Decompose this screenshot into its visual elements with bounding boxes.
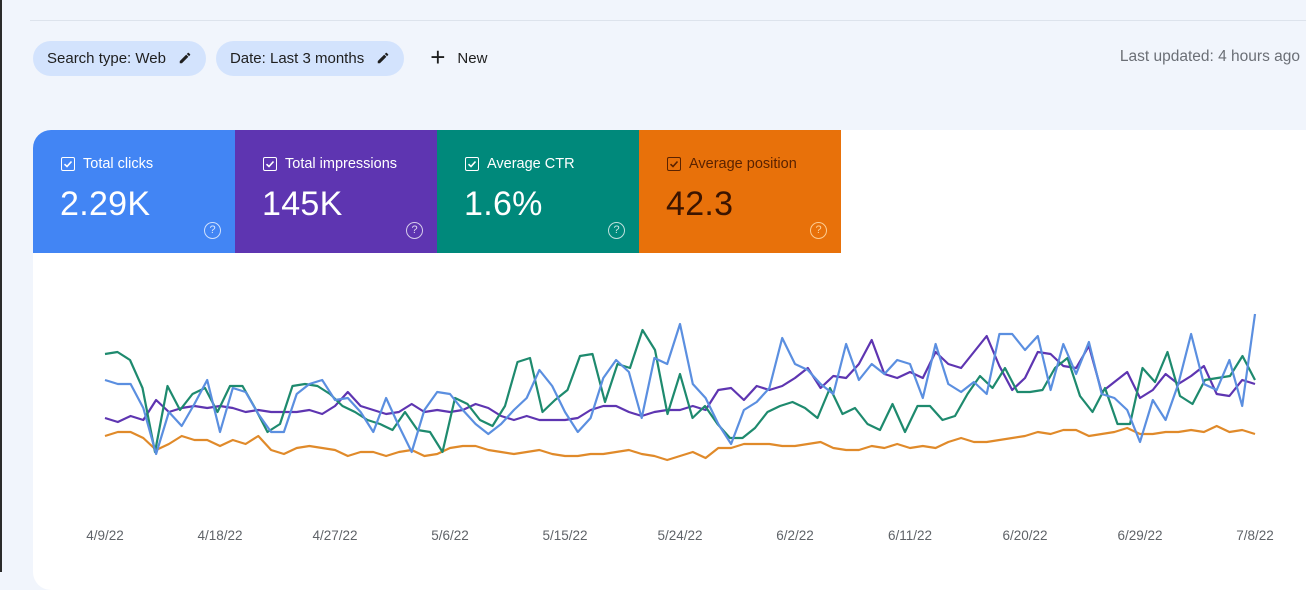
x-tick-label: 6/29/22: [1117, 528, 1163, 543]
metric-average-position[interactable]: Average position 42.3 ?: [639, 130, 841, 253]
checkbox-checked-icon[interactable]: [61, 157, 75, 171]
metric-label: Total impressions: [285, 156, 398, 172]
checkbox-checked-icon[interactable]: [465, 157, 479, 171]
new-filter-label: New: [457, 49, 488, 67]
help-icon[interactable]: ?: [608, 222, 625, 239]
performance-card: Total clicks 2.29K ? Total impressions 1…: [33, 130, 1306, 590]
filter-chip-search-type[interactable]: Search type: Web: [33, 40, 206, 76]
metric-label: Average position: [689, 156, 797, 172]
checkbox-checked-icon[interactable]: [667, 157, 681, 171]
chip-label: Search type: Web: [47, 49, 166, 67]
x-tick-label: 6/20/22: [1002, 528, 1048, 543]
metric-cards: Total clicks 2.29K ? Total impressions 1…: [33, 130, 841, 253]
filter-chip-date[interactable]: Date: Last 3 months: [215, 40, 405, 76]
last-updated-text: Last updated: 4 hours ago: [1119, 48, 1300, 65]
x-tick-label: 5/15/22: [542, 528, 588, 543]
x-tick-label: 4/9/22: [86, 528, 124, 543]
pencil-icon: [377, 52, 389, 64]
window-edge: [0, 0, 2, 572]
x-tick-label: 6/11/22: [887, 528, 933, 543]
x-tick-label: 5/24/22: [657, 528, 703, 543]
x-tick-label: 6/2/22: [776, 528, 814, 543]
metric-average-ctr[interactable]: Average CTR 1.6% ?: [437, 130, 639, 253]
checkbox-checked-icon[interactable]: [263, 157, 277, 171]
metric-value: 145K: [262, 185, 343, 223]
help-icon[interactable]: ?: [204, 222, 221, 239]
x-tick-label: 5/6/22: [431, 528, 469, 543]
series-line-total-impressions: [104, 334, 1256, 424]
x-tick-label: 7/8/22: [1236, 528, 1274, 543]
metric-label: Average CTR: [487, 156, 575, 172]
metric-label: Total clicks: [83, 156, 154, 172]
divider: [30, 20, 1306, 21]
metric-total-impressions[interactable]: Total impressions 145K ?: [235, 130, 437, 253]
pencil-icon: [179, 52, 191, 64]
new-filter-button[interactable]: + New: [418, 41, 499, 76]
x-tick-label: 4/27/22: [312, 528, 358, 543]
metric-total-clicks[interactable]: Total clicks 2.29K ?: [33, 130, 235, 253]
plus-icon: +: [430, 41, 446, 72]
metric-value: 42.3: [666, 185, 734, 223]
help-icon[interactable]: ?: [406, 222, 423, 239]
help-icon[interactable]: ?: [810, 222, 827, 239]
chip-label: Date: Last 3 months: [229, 49, 365, 67]
x-tick-label: 4/18/22: [197, 528, 243, 543]
metric-value: 1.6%: [464, 185, 543, 223]
metric-value: 2.29K: [60, 185, 151, 223]
filter-bar: Search type: Web Date: Last 3 months + N…: [33, 40, 499, 76]
performance-chart[interactable]: 4/9/22 4/18/22 4/27/22 5/6/22 5/15/22 5/24/22…: [33, 253, 1306, 590]
